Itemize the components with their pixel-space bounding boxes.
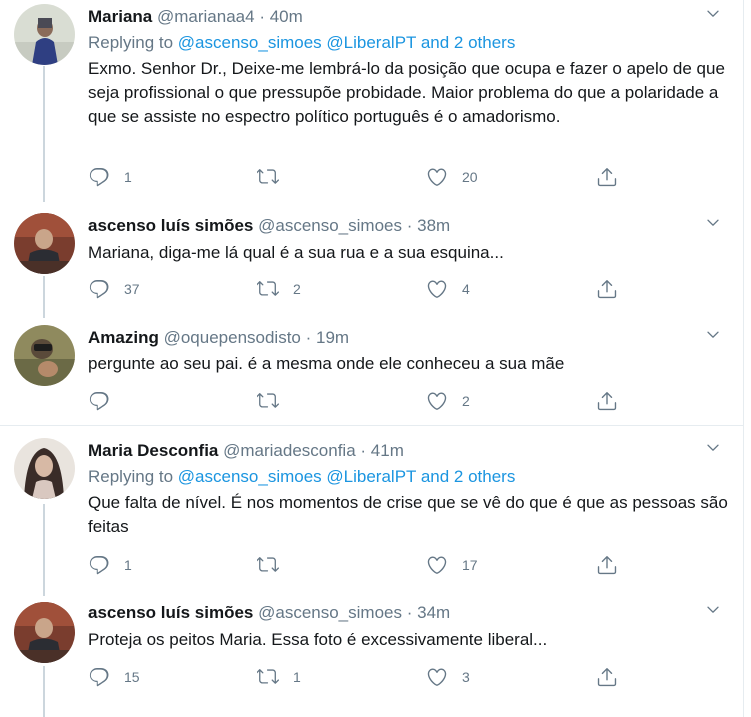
reply-button[interactable]: 37 bbox=[88, 277, 140, 301]
like-count: 3 bbox=[462, 669, 470, 685]
share-button[interactable] bbox=[596, 665, 618, 689]
chevron-down-icon[interactable] bbox=[705, 602, 721, 618]
author-name[interactable]: Mariana bbox=[88, 7, 152, 26]
share-button[interactable] bbox=[596, 165, 618, 189]
share-icon bbox=[596, 554, 618, 576]
share-icon bbox=[596, 166, 618, 188]
tweet-amazing[interactable]: Amazing @oquepensodisto · 19m pergunte a… bbox=[0, 317, 744, 425]
tweet-text: Exmo. Senhor Dr., Deixe-me lembrá-lo da … bbox=[88, 59, 725, 126]
tweet-text: Que falta de nível. É nos momentos de cr… bbox=[88, 493, 728, 536]
author-handle[interactable]: @mariadesconfia bbox=[223, 441, 356, 460]
like-count: 4 bbox=[462, 281, 470, 297]
reply-icon bbox=[88, 554, 110, 576]
share-icon bbox=[596, 278, 618, 300]
chevron-down-icon[interactable] bbox=[705, 215, 721, 231]
chevron-down-icon[interactable] bbox=[705, 327, 721, 343]
like-button[interactable]: 17 bbox=[426, 553, 478, 577]
replying-to-link[interactable]: @ascenso_simoes @LiberalPT and 2 others bbox=[178, 33, 516, 52]
retweet-icon bbox=[257, 666, 279, 688]
like-count: 17 bbox=[462, 557, 478, 573]
retweet-icon bbox=[257, 166, 279, 188]
like-button[interactable]: 4 bbox=[426, 277, 470, 301]
replying-to-label: Replying to bbox=[88, 467, 174, 486]
reply-button[interactable]: 1 bbox=[88, 553, 132, 577]
like-count: 20 bbox=[462, 169, 478, 185]
share-button[interactable] bbox=[596, 389, 618, 413]
tweet-maria-desconfia[interactable]: Maria Desconfia @mariadesconfia · 41m Re… bbox=[0, 426, 744, 594]
share-button[interactable] bbox=[596, 553, 618, 577]
author-handle[interactable]: @ascenso_simoes bbox=[258, 216, 402, 235]
author-name[interactable]: ascenso luís simões bbox=[88, 603, 253, 622]
avatar[interactable] bbox=[14, 4, 75, 65]
like-button[interactable]: 2 bbox=[426, 389, 470, 413]
chevron-down-icon[interactable] bbox=[705, 440, 721, 456]
retweet-icon bbox=[257, 554, 279, 576]
retweet-button[interactable]: 2 bbox=[257, 277, 301, 301]
retweet-button[interactable]: 1 bbox=[257, 665, 301, 689]
reply-count: 1 bbox=[124, 557, 132, 573]
share-icon bbox=[596, 390, 618, 412]
tweet-ascenso-1[interactable]: ascenso luís simões @ascenso_simoes · 38… bbox=[0, 205, 744, 317]
replying-to-link[interactable]: @ascenso_simoes @LiberalPT and 2 others bbox=[178, 467, 516, 486]
like-button[interactable]: 20 bbox=[426, 165, 478, 189]
author-name[interactable]: Maria Desconfia bbox=[88, 441, 218, 460]
retweet-count: 2 bbox=[293, 281, 301, 297]
tweet-mariana[interactable]: Mariana @marianaa4 · 40m Replying to @as… bbox=[0, 0, 744, 205]
retweet-button[interactable] bbox=[257, 165, 293, 189]
reply-button[interactable]: 15 bbox=[88, 665, 140, 689]
like-icon bbox=[426, 278, 448, 300]
like-count: 2 bbox=[462, 393, 470, 409]
author-handle[interactable]: @marianaa4 bbox=[157, 7, 255, 26]
share-button[interactable] bbox=[596, 277, 618, 301]
reply-icon bbox=[88, 278, 110, 300]
tweet-time[interactable]: · 19m bbox=[306, 328, 349, 347]
reply-button[interactable]: 1 bbox=[88, 165, 132, 189]
reply-count: 15 bbox=[124, 669, 140, 685]
retweet-button[interactable] bbox=[257, 389, 293, 413]
avatar[interactable] bbox=[14, 602, 75, 663]
retweet-button[interactable] bbox=[257, 553, 293, 577]
tweet-time[interactable]: · 40m bbox=[259, 7, 302, 26]
chevron-down-icon[interactable] bbox=[705, 6, 721, 22]
avatar[interactable] bbox=[14, 438, 75, 499]
scrollbar[interactable] bbox=[743, 0, 751, 717]
tweet-text: Mariana, diga-me lá qual é a sua rua e a… bbox=[88, 243, 504, 262]
retweet-icon bbox=[257, 278, 279, 300]
retweet-icon bbox=[257, 390, 279, 412]
tweet-time[interactable]: · 41m bbox=[360, 441, 403, 460]
avatar[interactable] bbox=[14, 213, 75, 274]
tweet-time[interactable]: · 34m bbox=[407, 603, 450, 622]
avatar[interactable] bbox=[14, 325, 75, 386]
like-icon bbox=[426, 554, 448, 576]
retweet-count: 1 bbox=[293, 669, 301, 685]
tweet-time[interactable]: · 38m bbox=[407, 216, 450, 235]
author-handle[interactable]: @ascenso_simoes bbox=[258, 603, 402, 622]
reply-icon bbox=[88, 166, 110, 188]
reply-button[interactable] bbox=[88, 389, 124, 413]
share-icon bbox=[596, 666, 618, 688]
tweet-text: pergunte ao seu pai. é a mesma onde ele … bbox=[88, 354, 565, 373]
tweet-text: Proteja os peitos Maria. Essa foto é exc… bbox=[88, 630, 548, 649]
like-icon bbox=[426, 166, 448, 188]
like-button[interactable]: 3 bbox=[426, 665, 470, 689]
reply-icon bbox=[88, 390, 110, 412]
tweet-ascenso-2[interactable]: ascenso luís simões @ascenso_simoes · 34… bbox=[0, 594, 744, 717]
author-handle[interactable]: @oquepensodisto bbox=[164, 328, 301, 347]
reply-icon bbox=[88, 666, 110, 688]
author-name[interactable]: ascenso luís simões bbox=[88, 216, 253, 235]
like-icon bbox=[426, 390, 448, 412]
reply-count: 1 bbox=[124, 169, 132, 185]
replying-to-label: Replying to bbox=[88, 33, 174, 52]
like-icon bbox=[426, 666, 448, 688]
author-name[interactable]: Amazing bbox=[88, 328, 159, 347]
reply-count: 37 bbox=[124, 281, 140, 297]
